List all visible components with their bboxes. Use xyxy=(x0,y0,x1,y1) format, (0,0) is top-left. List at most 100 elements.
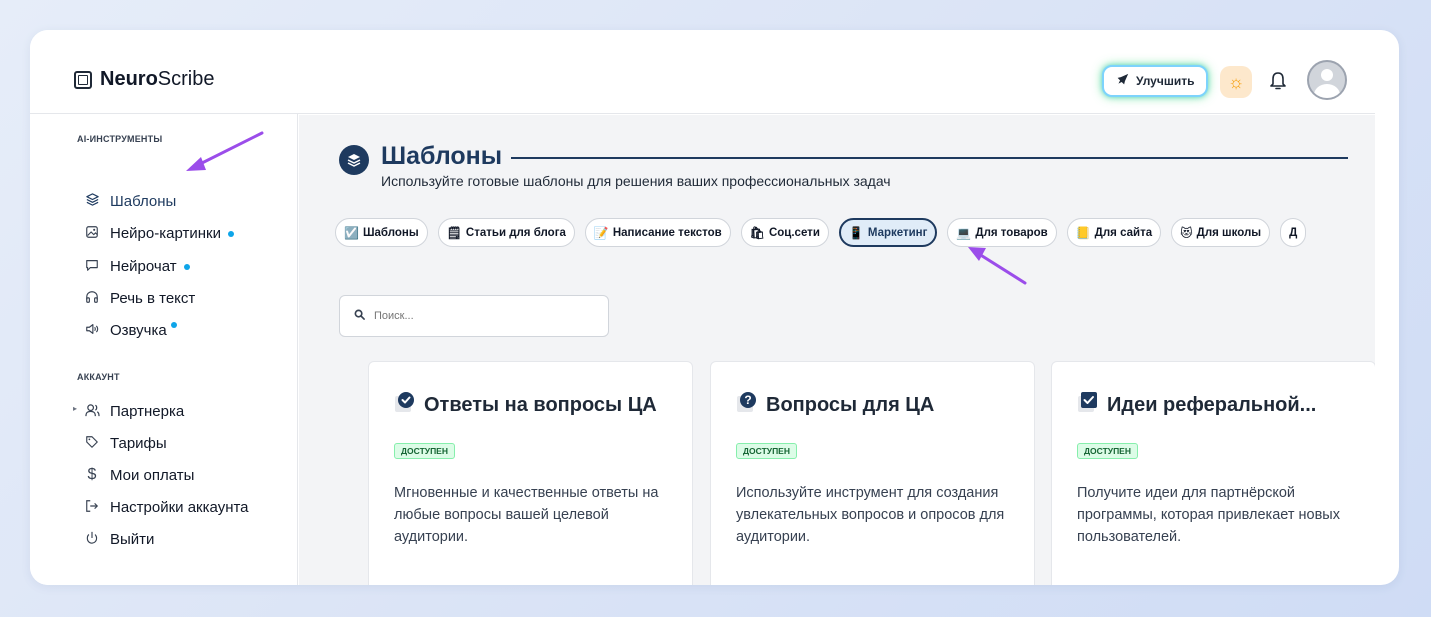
ledger-emoji-icon: 📒 xyxy=(1075,225,1091,240)
sidebar-item-voiceover[interactable]: Озвучка xyxy=(83,319,177,341)
sidebar-item-label: Выйти xyxy=(110,530,155,548)
layers-icon xyxy=(83,192,101,210)
notepad-emoji-icon: 🗒 xyxy=(446,225,462,240)
shopping-bags-emoji-icon: 🛍 xyxy=(749,225,765,240)
sidebar-section-account: АККАУНТ xyxy=(77,372,120,382)
title-divider xyxy=(511,157,1348,159)
filter-chip-website[interactable]: 📒 Для сайта xyxy=(1066,218,1162,247)
dollar-icon: $ xyxy=(87,466,97,483)
logo-text-bold: Neuro xyxy=(100,68,158,90)
new-indicator-dot xyxy=(170,322,177,328)
svg-text:?: ? xyxy=(744,393,751,407)
templates-layers-icon xyxy=(339,145,369,175)
chat-icon xyxy=(83,258,101,275)
card-title: Ответы на вопросы ЦА xyxy=(394,391,657,417)
card-title-text: Вопросы для ЦА xyxy=(766,394,935,416)
check-box-icon xyxy=(1077,391,1099,413)
sidebar-item-label: Настройки аккаунта xyxy=(110,498,249,516)
chip-label: Написание текстов xyxy=(612,226,722,239)
question-circle-icon: ? xyxy=(736,391,758,413)
status-badge: доступен xyxy=(1077,443,1138,459)
filter-chip-blog-articles[interactable]: 🗒 Статьи для блога xyxy=(437,218,575,247)
search-icon xyxy=(354,309,365,323)
sidebar-item-logout[interactable]: Выйти xyxy=(83,528,154,550)
sidebar-item-label: Тарифы xyxy=(110,434,167,452)
sidebar-item-account-settings[interactable]: Настройки аккаунта xyxy=(83,496,249,518)
card-title: Идеи реферальной... xyxy=(1077,391,1317,417)
phone-emoji-icon: 📱 xyxy=(848,225,864,240)
sun-icon: ☼ xyxy=(1227,71,1245,92)
sidebar-item-partner[interactable]: ▸ Партнерка xyxy=(73,400,185,422)
card-title-text: Ответы на вопросы ЦА xyxy=(424,394,657,416)
top-bar: Neuro Scribe Улучшить ☼ xyxy=(30,30,1375,114)
chip-label: Для школы xyxy=(1196,226,1262,239)
app-window: Neuro Scribe Улучшить ☼ AI-ИНСТРУМЕНТЫ Ш… xyxy=(30,30,1399,585)
sidebar-item-label: Озвучка xyxy=(110,321,167,339)
template-card[interactable]: Ответы на вопросы ЦА доступен Мгновенные… xyxy=(368,361,693,585)
template-card[interactable]: Идеи реферальной... доступен Получите ид… xyxy=(1051,361,1375,585)
sidebar-item-tariffs[interactable]: Тарифы xyxy=(83,432,167,454)
chip-label: Маркетинг xyxy=(867,226,928,239)
logo-text-rest: Scribe xyxy=(157,68,215,90)
filter-chip-social[interactable]: 🛍 Соц.сети xyxy=(740,218,829,247)
caret-right-icon[interactable]: ▸ xyxy=(73,404,77,413)
card-description: Мгновенные и качественные ответы на любы… xyxy=(394,485,659,545)
filter-chip-writing[interactable]: 📝 Написание текстов xyxy=(584,218,731,247)
cat-emoji-icon: 😻 xyxy=(1180,225,1193,240)
chip-label: Д xyxy=(1289,226,1298,239)
chip-label: Статьи для блога xyxy=(465,226,566,239)
page-subtitle: Используйте готовые шаблоны для решения … xyxy=(381,173,891,189)
sidebar-item-label: Речь в текст xyxy=(110,289,196,307)
sidebar-item-templates[interactable]: Шаблоны xyxy=(83,190,176,212)
sidebar-item-speech-to-text[interactable]: Речь в текст xyxy=(83,287,195,309)
sidebar-item-my-payments[interactable]: $ Мои оплаты xyxy=(83,464,195,486)
sidebar-item-label: Нейрочат xyxy=(110,257,177,275)
sidebar: AI-ИНСТРУМЕНТЫ Шаблоны Нейро-картинки Не… xyxy=(30,114,298,585)
sidebar-item-label: Шаблоны xyxy=(110,192,177,210)
card-title-text: Идеи реферальной... xyxy=(1107,394,1317,416)
sidebar-item-neuro-images[interactable]: Нейро-картинки xyxy=(83,222,234,244)
new-indicator-dot xyxy=(227,231,234,237)
logout-arrow-icon xyxy=(83,499,101,516)
sidebar-item-label: Нейро-картинки xyxy=(110,224,221,242)
checkbox-emoji-icon: ☑️ xyxy=(344,225,359,240)
tag-icon xyxy=(83,435,101,452)
template-card[interactable]: ? Вопросы для ЦА доступен Используйте ин… xyxy=(710,361,1035,585)
status-badge: доступен xyxy=(394,443,455,459)
headphones-icon xyxy=(83,290,101,307)
theme-toggle-button[interactable]: ☼ xyxy=(1220,66,1252,98)
sidebar-item-label: Партнерка xyxy=(110,402,185,420)
filter-chip-templates[interactable]: ☑️ Шаблоны xyxy=(335,218,428,247)
card-description: Получите идеи для партнёрской программы,… xyxy=(1077,485,1340,545)
laptop-emoji-icon: 💻 xyxy=(956,225,972,240)
memo-emoji-icon: 📝 xyxy=(593,225,609,240)
filter-chip-more[interactable]: Д xyxy=(1280,218,1307,247)
users-icon xyxy=(83,403,101,420)
filter-chip-marketing[interactable]: 📱 Маркетинг xyxy=(838,218,938,247)
filter-chip-products[interactable]: 💻 Для товаров xyxy=(947,218,1057,247)
user-avatar[interactable] xyxy=(1307,60,1347,100)
chip-label: Для товаров xyxy=(975,226,1048,239)
rocket-icon xyxy=(1116,73,1129,89)
new-indicator-dot xyxy=(183,264,190,270)
sidebar-section-ai-tools: AI-ИНСТРУМЕНТЫ xyxy=(77,134,163,144)
sidebar-item-label: Мои оплаты xyxy=(110,466,195,484)
card-description: Используйте инструмент для создания увле… xyxy=(736,485,1005,545)
main-content: Шаблоны Используйте готовые шаблоны для … xyxy=(299,115,1375,585)
sidebar-item-neurochat[interactable]: Нейрочат xyxy=(83,255,190,277)
logo-icon xyxy=(74,70,92,89)
chip-label: Шаблоны xyxy=(362,226,419,239)
power-icon xyxy=(83,531,101,548)
image-icon xyxy=(83,225,101,242)
search-input[interactable] xyxy=(374,310,594,322)
notifications-bell-icon[interactable] xyxy=(1268,70,1292,94)
upgrade-button[interactable]: Улучшить xyxy=(1102,65,1209,97)
app-logo[interactable]: Neuro Scribe xyxy=(74,68,215,91)
status-badge: доступен xyxy=(736,443,797,459)
speaker-icon xyxy=(83,322,101,339)
upgrade-label: Улучшить xyxy=(1136,74,1195,88)
page-title: Шаблоны xyxy=(381,142,503,170)
filter-chip-school[interactable]: 😻 Для школы xyxy=(1171,218,1271,247)
chip-label: Соц.сети xyxy=(768,226,820,239)
category-filter-bar: ☑️ Шаблоны 🗒 Статьи для блога 📝 Написание т… xyxy=(335,218,1307,247)
